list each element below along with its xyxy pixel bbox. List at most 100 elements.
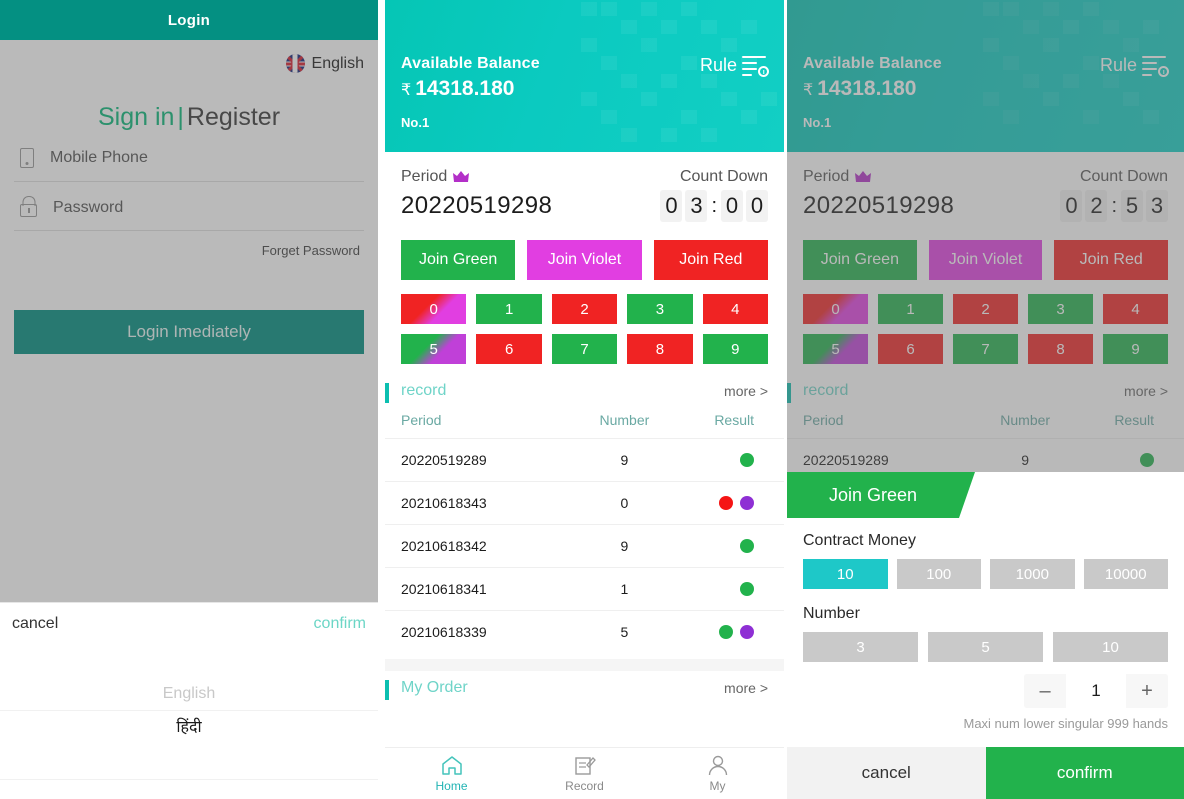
number-button-2[interactable]: 2 [953, 294, 1018, 324]
number-option-5[interactable]: 5 [928, 632, 1043, 662]
language-selector[interactable]: English [14, 40, 364, 73]
number-button-8[interactable]: 8 [627, 334, 693, 364]
my-order-section-header: My Order more > [385, 671, 784, 703]
join-red-button[interactable]: Join Red [1054, 240, 1169, 280]
rule-button[interactable]: Rule [1100, 55, 1169, 77]
number-button-6[interactable]: 6 [878, 334, 943, 364]
number-grid: 0 1 2 3 4 5 6 7 8 9 [787, 280, 1184, 364]
panel-divider-1 [378, 0, 385, 799]
countdown-digit: 3 [1146, 190, 1168, 222]
forget-password-link[interactable]: Forget Password [14, 231, 364, 258]
number-button-4[interactable]: 4 [702, 294, 769, 324]
mobile-phone-field[interactable]: Mobile Phone [14, 132, 364, 182]
number-button-3[interactable]: 3 [627, 294, 693, 324]
cell-number: 0 [568, 481, 681, 525]
record-more-link[interactable]: more > [724, 383, 768, 399]
table-header-row: Period Number Result [787, 406, 1184, 439]
number-option-3[interactable]: 3 [803, 632, 918, 662]
money-option-10000[interactable]: 10000 [1083, 559, 1168, 589]
money-option-10[interactable]: 10 [803, 559, 888, 589]
number-button-5[interactable]: 5 [803, 334, 868, 364]
join-buttons: Join Green Join Violet Join Red [787, 222, 1184, 280]
lock-icon [20, 204, 37, 217]
number-button-6[interactable]: 6 [476, 334, 542, 364]
column-number: Number [1000, 412, 1051, 428]
number-label: Number [803, 605, 860, 622]
join-red-button[interactable]: Join Red [653, 240, 768, 280]
number-options: 3 5 10 [803, 632, 1168, 662]
bet-confirm-button[interactable]: confirm [985, 747, 1184, 799]
countdown-digit: 2 [1085, 190, 1108, 222]
contract-money-options: 10 100 1000 10000 [803, 559, 1168, 589]
nav-item-record[interactable]: Record [518, 748, 651, 799]
column-period: Period [803, 412, 844, 428]
wheel-option-hindi[interactable]: हिंदी [0, 711, 378, 745]
number-option-10[interactable]: 10 [1053, 632, 1168, 662]
number-button-7[interactable]: 7 [551, 334, 618, 364]
result-dot-green [740, 582, 754, 596]
number-button-1[interactable]: 1 [476, 294, 542, 324]
number-button-2[interactable]: 2 [551, 294, 618, 324]
section-divider [385, 659, 784, 671]
rule-button[interactable]: Rule [700, 55, 769, 77]
result-dot-green [1140, 453, 1154, 467]
column-result: Result [714, 412, 754, 428]
quantity-increment-button[interactable]: + [1126, 674, 1168, 708]
account-number: No.1 [803, 115, 832, 130]
result-dot-green [740, 453, 754, 467]
result-dot-green [740, 539, 754, 553]
bet-modal: Join Green Contract Money 10 100 1000 10… [787, 472, 1184, 799]
mobile-phone-placeholder: Mobile Phone [50, 149, 148, 166]
nav-item-my[interactable]: My [651, 748, 784, 799]
auth-mode-switch[interactable]: Sign in | Register [14, 103, 364, 132]
countdown-colon: : [1111, 194, 1117, 217]
bet-cancel-button[interactable]: cancel [787, 747, 986, 799]
join-violet-button[interactable]: Join Violet [527, 240, 642, 280]
page-title: Login [167, 11, 211, 29]
money-option-1000[interactable]: 1000 [990, 559, 1075, 589]
number-button-9[interactable]: 9 [702, 334, 769, 364]
table-header-row: Period Number Result [385, 406, 784, 439]
cell-result [680, 610, 784, 653]
number-button-3[interactable]: 3 [1028, 294, 1093, 324]
number-button-8[interactable]: 8 [1028, 334, 1093, 364]
password-placeholder: Password [53, 198, 124, 216]
bottom-navigation: Home Record My [385, 747, 784, 799]
quantity-value[interactable]: 1 [1066, 674, 1126, 708]
countdown-digit: 0 [1060, 190, 1083, 222]
number-button-0[interactable]: 0 [401, 294, 467, 324]
period-label-row: Period [401, 168, 470, 186]
language-wheel[interactable]: English हिंदी [0, 677, 378, 799]
picker-confirm-button[interactable]: confirm [314, 615, 366, 633]
picker-cancel-button[interactable]: cancel [12, 615, 58, 633]
number-button-1[interactable]: 1 [878, 294, 943, 324]
record-more-link[interactable]: more > [1124, 383, 1168, 399]
join-violet-button[interactable]: Join Violet [928, 240, 1043, 280]
join-green-button[interactable]: Join Green [401, 240, 516, 280]
login-button[interactable]: Login Imediately [14, 310, 364, 354]
nav-label-my: My [709, 778, 726, 793]
join-green-button[interactable]: Join Green [803, 240, 917, 280]
column-result: Result [1114, 412, 1154, 428]
number-button-0[interactable]: 0 [803, 294, 868, 324]
quantity-decrement-button[interactable]: – [1024, 674, 1066, 708]
number-button-9[interactable]: 9 [1103, 334, 1168, 364]
password-field[interactable]: Password [14, 182, 364, 231]
number-row: 0 1 2 3 4 [803, 294, 1168, 324]
number-button-5[interactable]: 5 [401, 334, 467, 364]
cell-number: 1 [568, 567, 681, 611]
money-option-100[interactable]: 100 [896, 559, 981, 589]
period-label-row: Period [803, 168, 872, 186]
number-button-7[interactable]: 7 [953, 334, 1018, 364]
uk-flag-icon [285, 54, 305, 73]
nav-item-home[interactable]: Home [385, 748, 518, 799]
countdown-digit: 0 [746, 190, 768, 222]
sign-in-tab[interactable]: Sign in [98, 103, 174, 131]
join-buttons: Join Green Join Violet Join Red [385, 222, 784, 280]
countdown-label: Count Down [1079, 168, 1168, 185]
number-button-4[interactable]: 4 [1103, 294, 1168, 324]
my-order-more-link[interactable]: more > [724, 680, 768, 696]
game-panel-with-bet-modal: Available Balance ₹14318.180 No.1 Rule P… [787, 0, 1184, 799]
wheel-option-english[interactable]: English [0, 677, 378, 711]
register-tab[interactable]: Register [187, 103, 280, 131]
